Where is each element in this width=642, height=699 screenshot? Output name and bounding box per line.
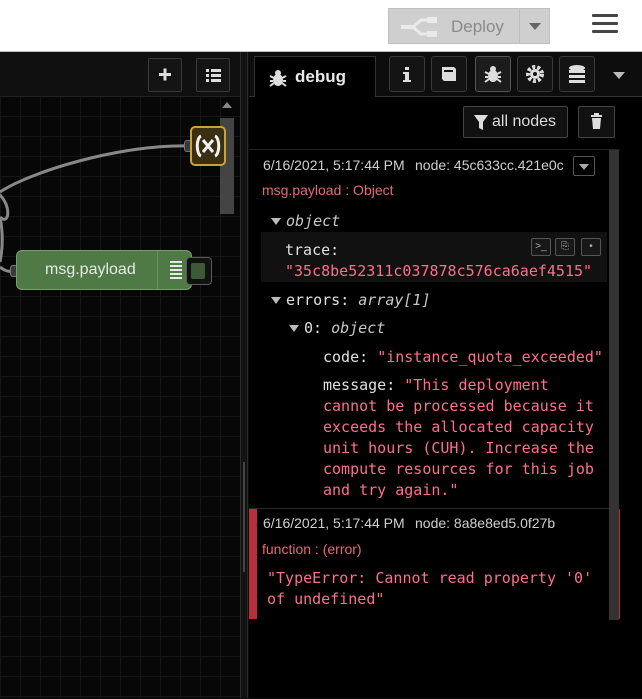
filter-nodes-button[interactable]: all nodes [463,106,568,138]
debug-node[interactable]: msg.payload [16,250,192,290]
pin-icon[interactable]: • [581,238,601,256]
object-label: object [286,212,341,230]
main-menu-button[interactable] [592,14,618,36]
message-line: compute resources for this job [323,460,594,478]
deploy-separator [519,9,520,43]
error-line: "TypeError: Cannot read property '0' [267,569,593,587]
copy-value-icon[interactable]: ⎘ [555,238,575,256]
hamburger-icon [592,14,618,17]
expand-caret-icon [271,297,281,304]
clear-messages-button[interactable] [578,106,615,138]
gear-icon [526,65,544,83]
message-timestamp: 6/16/2021, 5:17:44 PM [263,515,405,531]
message-expand-button[interactable] [573,156,595,176]
hamburger-icon-line [592,30,618,33]
tab-debug-label: debug [295,67,346,86]
item-index: 0 [304,319,314,337]
errors-property[interactable]: errors: array[1] [271,290,431,311]
message-line: exceeds the allocated capacity [323,418,594,436]
item-type: object [331,319,386,337]
deploy-label: Deploy [451,17,504,36]
debug-node-toggle-button[interactable] [186,257,212,285]
filter-label: all nodes [492,113,557,130]
hamburger-icon-line [592,22,618,25]
error-line: of undefined" [267,590,385,608]
database-icon [569,65,585,83]
debug-tab-button[interactable] [475,56,511,92]
errors-key: errors [286,291,341,309]
tab-debug[interactable]: debug [254,56,376,97]
message-line: unit hours (CUH). Increase the [323,439,594,457]
deploy-icon [401,17,437,37]
message-property: message: "This deployment [323,376,549,394]
debug-node-label: msg.payload [45,261,136,278]
expand-caret-icon [271,218,281,225]
context-tab-button[interactable] [559,56,595,92]
copy-path-icon[interactable]: >_ [531,238,551,256]
debug-node-toggle-indicator [191,263,205,279]
debug-error-message: 6/16/2021, 5:17:44 PM node: 8a8e8ed5.0f2… [249,509,620,619]
sidebar-tab-bar: debug [249,52,642,97]
code-value: "instance_quota_exceeded" [377,348,603,366]
trace-key: trace: [285,241,340,259]
sidebar-menu-caret-icon[interactable] [613,72,625,79]
message-line: cannot be processed because it [323,397,594,415]
message-line: "This deployment [404,376,549,394]
trash-icon [591,113,602,129]
bug-icon [269,70,287,87]
app-header: Deploy [0,0,642,52]
message-topic: function : (error) [262,541,362,557]
debug-message-list[interactable]: 6/16/2021, 5:17:44 PM node: 45c633cc.421… [249,149,620,699]
flow-workspace[interactable]: msg.payload [0,52,240,698]
help-tab-button[interactable] [431,56,467,92]
object-tree-root[interactable]: object [271,211,340,232]
messages-scrollbar[interactable] [609,150,619,620]
filter-icon [474,115,488,130]
message-node-id[interactable]: node: 45c633cc.421e0c [415,157,564,173]
sidebar: debug all nodes 6/16/2021, 5:17:44 PM no… [249,52,642,698]
message-line: and try again." [323,481,459,499]
resize-grip [243,462,245,572]
function-node[interactable] [190,126,226,166]
book-icon [442,67,456,81]
info-icon [403,67,411,82]
config-tab-button[interactable] [517,56,553,92]
errors-type: array[1] [358,291,431,309]
debug-message: 6/16/2021, 5:17:44 PM node: 45c633cc.421… [249,150,609,509]
deploy-button[interactable]: Deploy [388,8,550,44]
message-topic: msg.payload : Object [262,182,394,198]
deploy-menu-caret-icon[interactable] [529,23,541,30]
trace-value: "35c8be52311c037878c576ca6aef4515" [285,262,593,280]
errors-item[interactable]: 0: object [289,318,385,339]
message-timestamp: 6/16/2021, 5:17:44 PM [263,157,405,173]
expand-caret-icon [289,325,299,332]
code-property: code: "instance_quota_exceeded" [323,348,603,366]
sidebar-resize-handle[interactable] [240,52,248,698]
function-icon [195,134,221,158]
message-node-id[interactable]: node: 8a8e8ed5.0f27b [415,515,555,531]
info-tab-button[interactable] [389,56,425,92]
debug-toolbar: all nodes [249,97,642,149]
bug-icon [484,66,502,83]
